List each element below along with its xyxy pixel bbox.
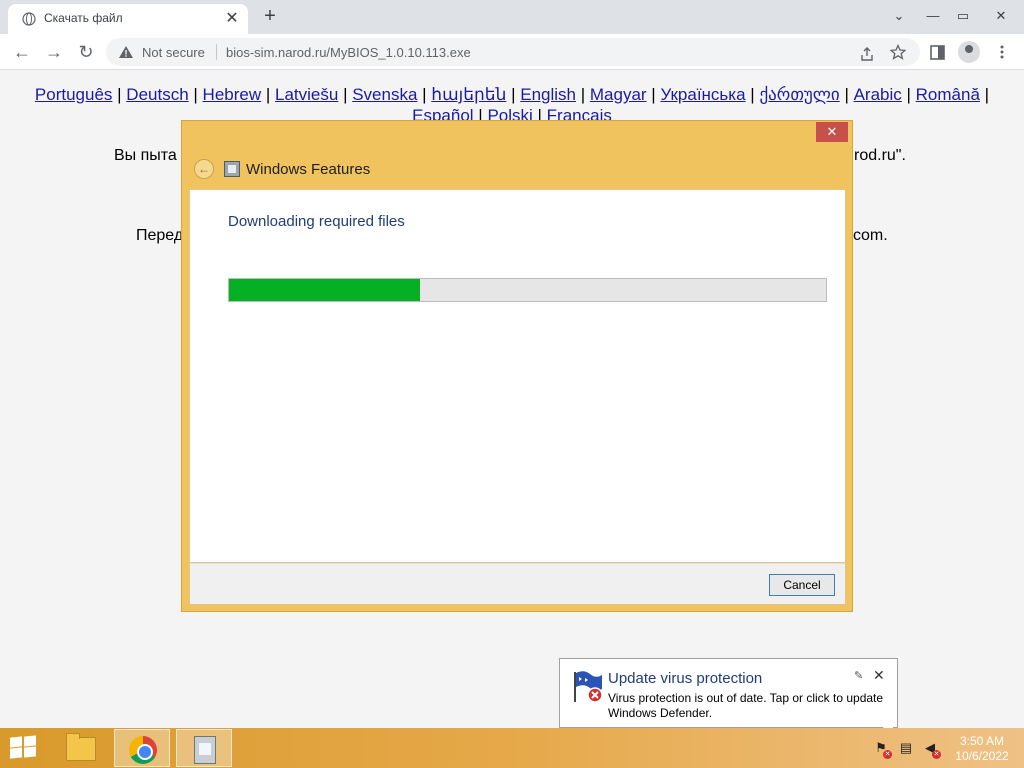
- dialog-footer: Cancel: [189, 563, 846, 605]
- action-center-icon[interactable]: ⚑ ✕: [873, 740, 892, 759]
- windows-features-taskbar-button[interactable]: [176, 729, 232, 767]
- language-separator: |: [417, 85, 432, 104]
- profile-avatar[interactable]: [958, 41, 980, 63]
- language-separator: |: [261, 85, 276, 104]
- security-status[interactable]: Not secure: [142, 45, 205, 60]
- settings-icon[interactable]: ✎: [854, 669, 863, 682]
- notification-message: Virus protection is out of date. Tap or …: [608, 691, 884, 720]
- language-link[interactable]: Latviešu: [275, 85, 338, 104]
- dialog-title: Windows Features: [246, 161, 371, 178]
- language-separator: |: [112, 85, 127, 104]
- language-link[interactable]: ქართული: [759, 85, 839, 104]
- warning-icon: [119, 46, 133, 58]
- defender-flag-icon: [574, 671, 603, 703]
- notification-close-icon[interactable]: ✕: [873, 667, 885, 684]
- network-icon[interactable]: ▤: [898, 740, 914, 756]
- taskbar: ⚑ ✕ ▤ ◀ ✕ 3:50 AM 10/6/2022: [0, 728, 1024, 768]
- dialog-close-button[interactable]: ✕: [816, 122, 848, 142]
- star-icon[interactable]: [890, 44, 906, 60]
- tab-title: Скачать файл: [44, 11, 123, 25]
- file-explorer-taskbar-button[interactable]: [52, 729, 108, 767]
- browser-tab[interactable]: Скачать файл ✕: [8, 4, 248, 34]
- language-separator: |: [839, 85, 854, 104]
- download-progress-bar: [228, 278, 827, 302]
- language-link[interactable]: Arabic: [854, 85, 902, 104]
- reload-button[interactable]: ↻: [74, 40, 98, 64]
- windows-features-icon: [224, 161, 240, 177]
- page-text-fragment: rod.ru".: [854, 147, 906, 164]
- language-separator: |: [576, 85, 590, 104]
- menu-icon[interactable]: [998, 44, 1006, 60]
- progress-fill: [229, 279, 421, 301]
- back-arrow-icon[interactable]: ←: [194, 159, 214, 179]
- windows-features-icon: [194, 736, 216, 764]
- start-button[interactable]: [8, 735, 38, 760]
- volume-muted-icon[interactable]: ◀ ✕: [922, 740, 941, 759]
- minimize-button[interactable]: —: [916, 0, 950, 34]
- close-window-button[interactable]: ✕: [984, 0, 1018, 34]
- forward-button[interactable]: →: [42, 40, 66, 64]
- windows-logo-pane: [10, 736, 22, 748]
- language-link[interactable]: Română: [916, 85, 980, 104]
- language-link[interactable]: Hebrew: [203, 85, 262, 104]
- language-separator: |: [979, 85, 990, 104]
- omnibox-divider: [216, 44, 217, 60]
- language-separator: |: [646, 85, 661, 104]
- language-link[interactable]: Magyar: [590, 85, 647, 104]
- address-bar[interactable]: Not secure bios-sim.narod.ru/MyBIOS_1.0.…: [106, 38, 920, 66]
- language-separator: |: [745, 85, 760, 104]
- language-link[interactable]: Deutsch: [126, 85, 188, 104]
- restore-button[interactable]: ▭: [946, 0, 980, 34]
- system-clock[interactable]: 3:50 AM 10/6/2022: [948, 734, 1016, 764]
- language-separator: |: [338, 85, 353, 104]
- url-text[interactable]: bios-sim.narod.ru/MyBIOS_1.0.10.113.exe: [226, 45, 471, 60]
- language-separator: |: [188, 85, 203, 104]
- notification-title: Update virus protection: [608, 670, 763, 687]
- windows-features-dialog: ✕ ← Windows Features Downloading require…: [181, 120, 853, 612]
- status-heading: Downloading required files: [228, 213, 405, 230]
- tab-search-icon[interactable]: ⌄: [882, 0, 916, 34]
- language-link[interactable]: Português: [35, 85, 113, 104]
- language-link[interactable]: English: [520, 85, 576, 104]
- tab-close-icon[interactable]: ✕: [222, 9, 242, 29]
- defender-notification[interactable]: Update virus protection Virus protection…: [559, 658, 898, 741]
- language-link[interactable]: հայերեն: [431, 85, 506, 104]
- language-link[interactable]: Українська: [660, 85, 745, 104]
- dialog-content: Downloading required files: [189, 189, 846, 563]
- tab-strip: Скачать файл ✕ + ⌄ — ▭ ✕: [0, 0, 1024, 34]
- new-tab-button[interactable]: +: [258, 5, 282, 29]
- clock-time: 3:50 AM: [959, 734, 1005, 748]
- windows-logo-pane: [24, 735, 36, 747]
- side-panel-icon[interactable]: [930, 45, 945, 60]
- folder-icon: [66, 733, 96, 761]
- page-text-fragment: Перед: [136, 227, 184, 244]
- clock-date: 10/6/2022: [955, 749, 1009, 763]
- browser-toolbar: ← → ↻ Not secure bios-sim.narod.ru/MyBIO…: [0, 34, 1024, 70]
- chrome-taskbar-button[interactable]: [114, 729, 170, 767]
- page-text-fragment: Вы пыта: [114, 147, 177, 164]
- globe-icon: [22, 12, 36, 26]
- windows-logo-pane: [24, 746, 36, 758]
- language-separator: |: [901, 85, 916, 104]
- back-button[interactable]: ←: [10, 40, 34, 64]
- page-text-fragment: com.: [853, 227, 888, 244]
- mute-badge-icon: ✕: [932, 750, 941, 759]
- language-separator: |: [506, 85, 521, 104]
- cancel-button[interactable]: Cancel: [769, 574, 835, 596]
- windows-logo-pane: [10, 747, 22, 759]
- chrome-icon: [129, 736, 157, 764]
- error-badge-icon: ✕: [883, 750, 892, 759]
- share-icon[interactable]: [859, 46, 875, 62]
- language-link[interactable]: Svenska: [352, 85, 417, 104]
